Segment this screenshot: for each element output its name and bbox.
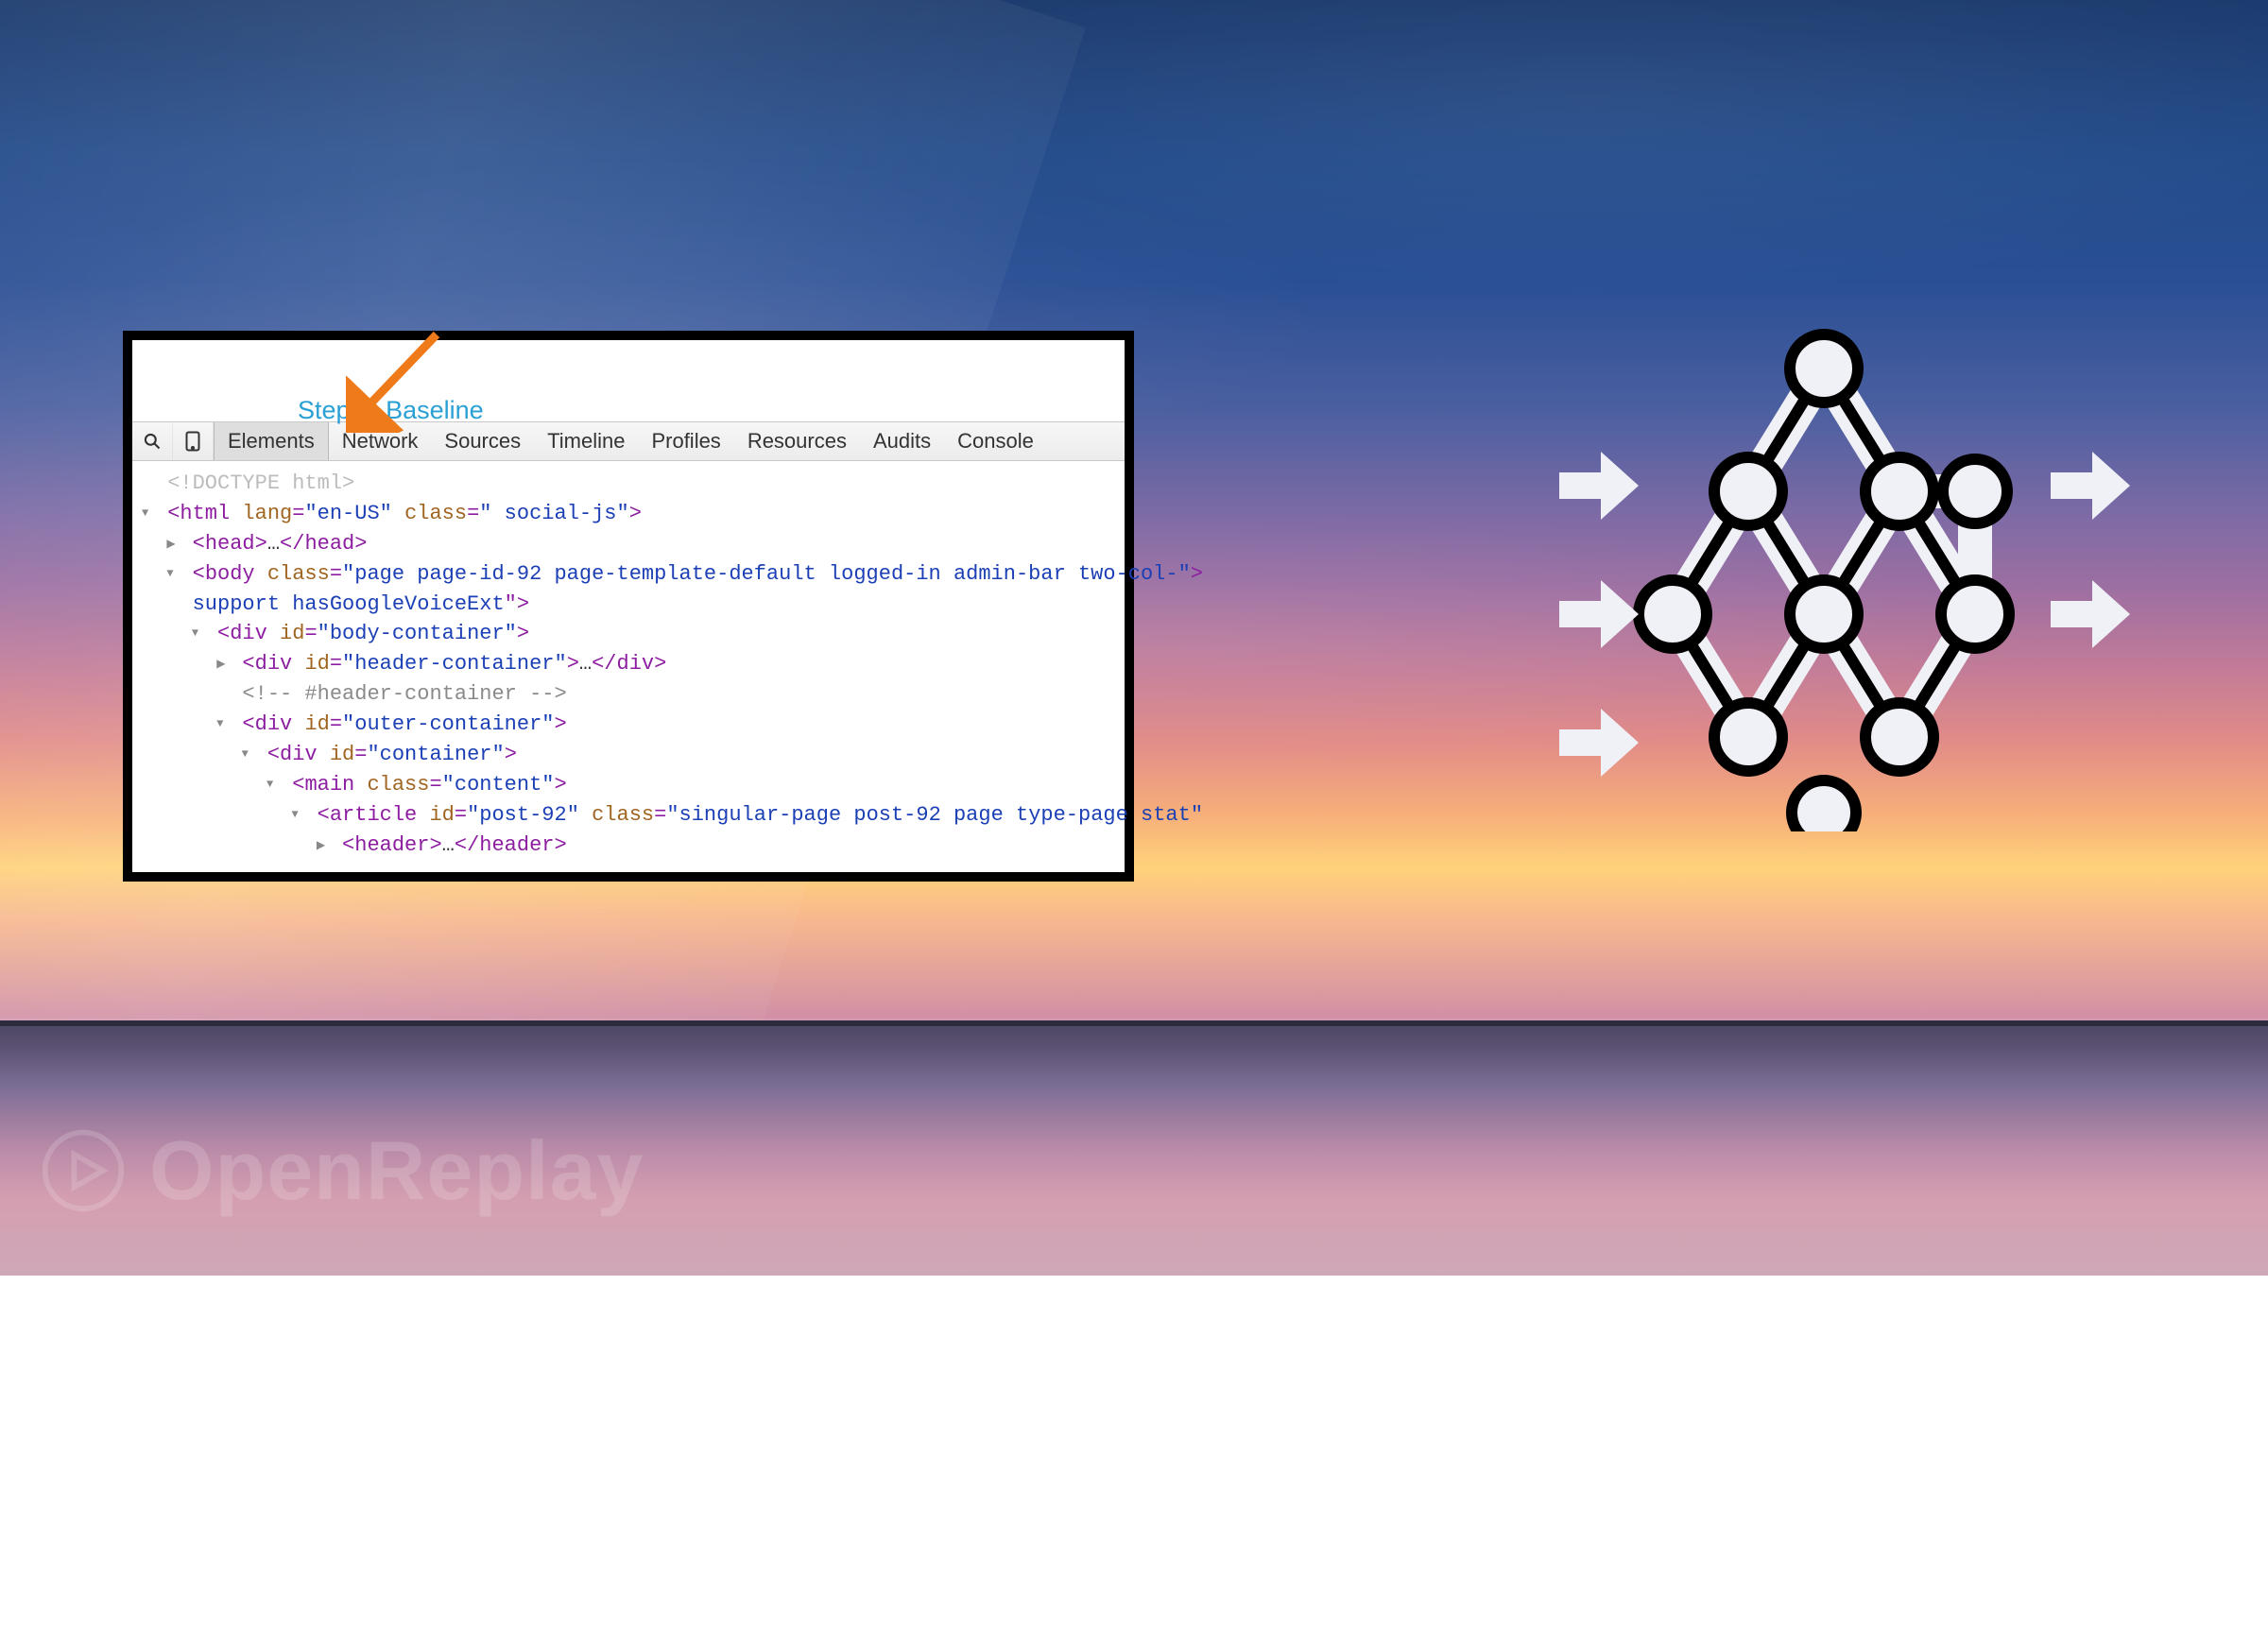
arrow-in-icon <box>1559 452 1639 777</box>
panel-header-area: Step 0: Baseline <box>132 340 1125 421</box>
device-toggle-icon[interactable] <box>173 422 214 460</box>
dom-line[interactable]: <div id="body-container"> <box>142 619 1115 649</box>
devtools-toolbar: Elements Network Sources Timeline Profil… <box>132 421 1125 461</box>
dom-line[interactable]: <div id="outer-container"> <box>142 710 1115 740</box>
watermark-play-icon <box>38 1125 129 1216</box>
dom-line[interactable]: <div id="header-container">…</div> <box>142 649 1115 679</box>
dom-line[interactable]: support hasGoogleVoiceExt"> <box>142 590 1115 620</box>
dom-line[interactable]: <body class="page page-id-92 page-templa… <box>142 559 1115 590</box>
dom-line[interactable]: <header>…</header> <box>142 831 1115 861</box>
search-icon[interactable] <box>132 422 173 460</box>
dom-line[interactable]: <head>…</head> <box>142 529 1115 559</box>
dom-line[interactable]: <html lang="en-US" class=" social-js"> <box>142 499 1115 529</box>
arrow-out-icon <box>2051 452 2130 648</box>
dom-line[interactable]: <main class="content"> <box>142 770 1115 800</box>
dom-line[interactable]: <!-- #header-container --> <box>142 679 1115 710</box>
dom-line[interactable]: <div id="container"> <box>142 740 1115 770</box>
watermark-text: OpenReplay <box>149 1122 644 1219</box>
orange-arrow-annotation <box>346 329 459 433</box>
tab-console[interactable]: Console <box>944 422 1047 460</box>
tab-elements[interactable]: Elements <box>214 422 329 460</box>
dom-line[interactable]: <article id="post-92" class="singular-pa… <box>142 800 1115 831</box>
tab-profiles[interactable]: Profiles <box>638 422 733 460</box>
dom-tree[interactable]: <!DOCTYPE html> <html lang="en-US" class… <box>132 461 1125 872</box>
tab-audits[interactable]: Audits <box>860 422 944 460</box>
dom-line[interactable]: <!DOCTYPE html> <box>142 469 1115 499</box>
tab-timeline[interactable]: Timeline <box>534 422 638 460</box>
tab-resources[interactable]: Resources <box>734 422 860 460</box>
devtools-panel: Step 0: Baseline Elements Network Sourc <box>123 331 1134 882</box>
neural-network-icon <box>1540 302 2145 831</box>
watermark: OpenReplay <box>38 1122 644 1219</box>
devtools-tabs: Elements Network Sources Timeline Profil… <box>214 422 1047 460</box>
